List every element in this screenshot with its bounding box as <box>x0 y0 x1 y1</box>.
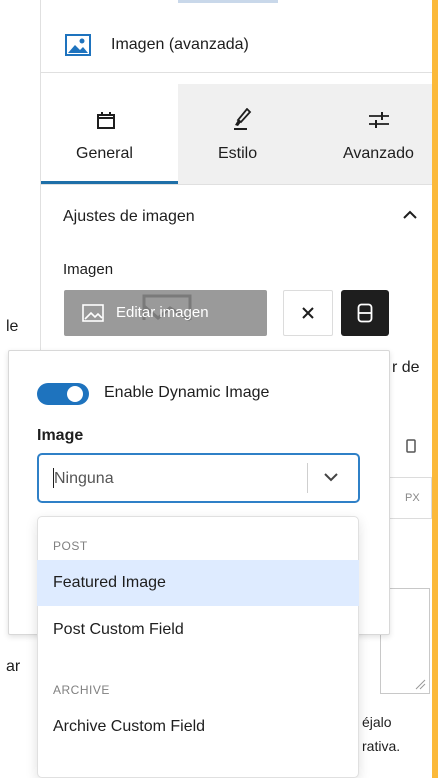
tab-estilo[interactable]: Estilo <box>178 84 305 184</box>
toggle-knob <box>67 386 83 402</box>
sliders-icon <box>369 112 389 128</box>
unit-label: PX <box>405 492 420 504</box>
text-caret <box>53 468 54 488</box>
dynamic-image-toggle-label: Enable Dynamic Image <box>104 384 270 401</box>
option-featured-image[interactable]: Featured Image <box>37 560 359 606</box>
bg-text-fragment: le <box>6 318 19 335</box>
chevron-up-icon[interactable] <box>403 210 417 220</box>
dynamic-data-button[interactable] <box>341 290 389 336</box>
image-icon <box>82 304 104 322</box>
calendar-icon <box>97 112 115 129</box>
tablet-icon <box>406 439 416 453</box>
tab-avanzado[interactable]: Avanzado <box>305 84 432 184</box>
option-label: Featured Image <box>53 574 166 591</box>
image-field-label: Imagen <box>63 261 114 278</box>
select-separator <box>307 463 308 493</box>
bg-text-fragment: rativa. <box>362 738 401 754</box>
option-label: Archive Custom Field <box>53 718 206 735</box>
close-icon <box>302 307 314 319</box>
bg-text-fragment: r de <box>392 359 420 376</box>
tab-avanzado-label: Avanzado <box>343 145 414 162</box>
option-archive-custom-field[interactable]: Archive Custom Field <box>37 704 359 750</box>
top-accent-bar <box>178 0 278 3</box>
image-select-label: Image <box>37 427 84 444</box>
brush-icon <box>234 108 252 130</box>
edit-image-label: Editar imagen <box>116 304 209 321</box>
section-title[interactable]: Ajustes de imagen <box>63 207 195 227</box>
option-post-custom-field[interactable]: Post Custom Field <box>37 607 359 653</box>
group-label-post: POST <box>53 539 88 553</box>
resize-handle-icon[interactable] <box>414 678 426 690</box>
block-title: Imagen (avanzada) <box>111 36 249 53</box>
tab-general-label: General <box>76 145 133 162</box>
option-label: Post Custom Field <box>53 621 184 638</box>
tab-general[interactable]: General <box>41 84 178 184</box>
database-icon <box>357 303 373 323</box>
select-value: Ninguna <box>54 470 114 487</box>
group-label-archive: ARCHIVE <box>53 683 110 697</box>
image-block-icon <box>65 34 91 56</box>
remove-image-button[interactable] <box>283 290 333 336</box>
chevron-down-icon[interactable] <box>322 470 340 484</box>
tab-estilo-label: Estilo <box>218 145 258 162</box>
bg-text-fragment: ar <box>6 658 21 675</box>
bg-text-fragment: éjalo <box>362 714 392 730</box>
